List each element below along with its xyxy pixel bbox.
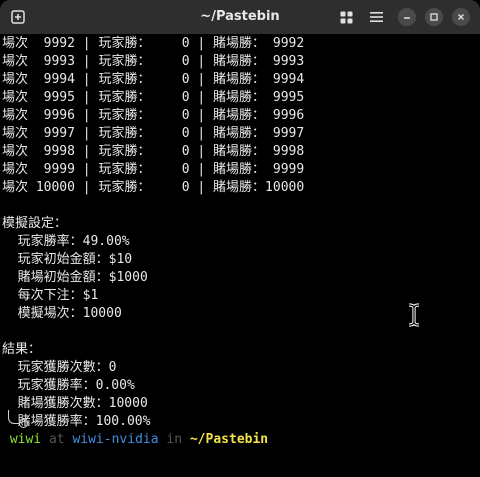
round-line: 場次 9997 | 玩家勝： 0 | 賭場勝： 9997	[2, 126, 305, 141]
text-cursor-icon	[408, 303, 420, 327]
new-tab-button[interactable]	[9, 8, 27, 26]
round-line: 場次 9994 | 玩家勝： 0 | 賭場勝： 9994	[2, 72, 305, 87]
results-header: 結果：	[2, 342, 42, 357]
new-tab-icon	[11, 10, 25, 24]
split-view-button[interactable]	[337, 8, 355, 26]
round-line: 場次 9999 | 玩家勝： 0 | 賭場勝： 9999	[2, 162, 305, 177]
result-line: 玩家獲勝率：0.00%	[2, 378, 135, 393]
round-line: 場次 9992 | 玩家勝： 0 | 賭場勝： 9992	[2, 36, 305, 51]
maximize-icon	[430, 13, 438, 21]
round-line: 場次 9993 | 玩家勝： 0 | 賭場勝： 9993	[2, 54, 305, 69]
result-line: 賭場獲勝率：100.00%	[2, 414, 151, 429]
prompt-at: at	[48, 432, 65, 447]
split-view-icon	[340, 11, 352, 23]
prompt-cursor-icon	[19, 419, 28, 428]
menu-button[interactable]	[367, 8, 385, 26]
terminal-window: ~/Pastebin 場次 9992 | 玩家勝： 0 | 賭場勝： 9992 …	[0, 0, 480, 477]
result-line: 賭場獲勝次數：10000	[2, 396, 148, 411]
round-line: 場次 9996 | 玩家勝： 0 | 賭場勝： 9996	[2, 108, 305, 123]
maximize-button[interactable]	[425, 8, 443, 26]
result-line: 玩家獲勝次數：0	[2, 360, 117, 375]
prompt-path: ~/Pastebin	[189, 432, 269, 447]
close-button[interactable]	[452, 8, 470, 26]
close-icon	[458, 14, 464, 20]
round-line: 場次 9995 | 玩家勝： 0 | 賭場勝： 9995	[2, 90, 305, 105]
round-line: 場次 10000 | 玩家勝： 0 | 賭場勝：10000	[2, 180, 305, 195]
setting-line: 玩家初始金額：$10	[2, 252, 133, 267]
setting-line: 玩家勝率：49.00%	[2, 234, 130, 249]
prompt-user: wiwi	[9, 432, 42, 447]
setting-line: 賭場初始金額：$1000	[2, 270, 148, 285]
shell-prompt: wiwi at wiwi-nvidia in ~/Pastebin	[2, 431, 480, 449]
minimize-icon	[404, 17, 410, 19]
hamburger-menu-icon	[369, 12, 383, 22]
minimize-button[interactable]	[398, 8, 416, 26]
prompt-in: in	[166, 432, 183, 447]
title-bar[interactable]: ~/Pastebin	[0, 0, 480, 34]
settings-header: 模擬設定：	[2, 216, 68, 231]
prompt-host: wiwi-nvidia	[72, 432, 159, 447]
terminal-output[interactable]: 場次 9992 | 玩家勝： 0 | 賭場勝： 9992 場次 9993 | 玩…	[0, 34, 480, 477]
round-line: 場次 9998 | 玩家勝： 0 | 賭場勝： 9998	[2, 144, 305, 159]
